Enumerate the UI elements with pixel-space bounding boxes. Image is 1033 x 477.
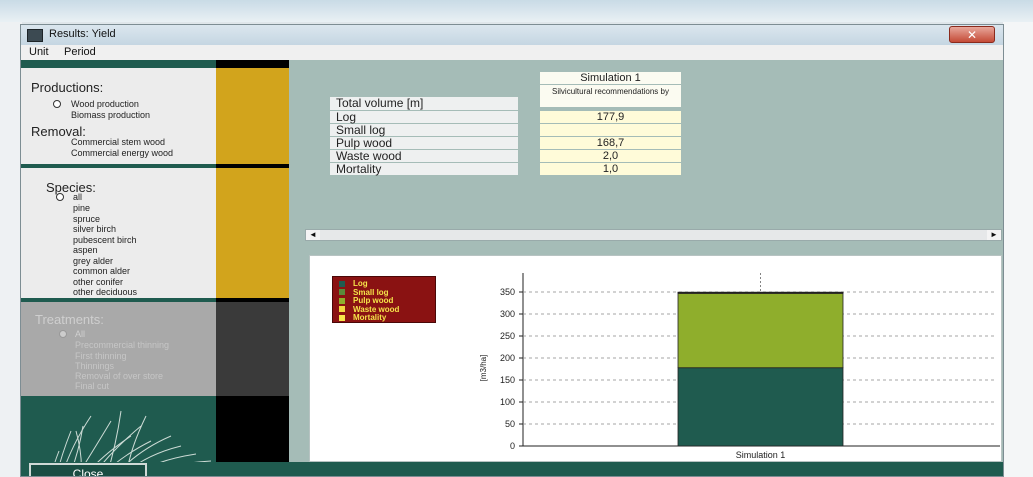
treatments-title: Treatments: (35, 312, 104, 327)
desktop-background-strip (0, 0, 1033, 22)
desktop-left-edge (0, 22, 22, 477)
species-title: Species: (46, 180, 96, 195)
menu-bar: Unit Period (21, 45, 1003, 60)
removal-stem-option[interactable]: Commercial stem wood (71, 137, 165, 147)
species-common-alder[interactable]: common alder (73, 266, 130, 276)
window-title: Results: Yield (49, 28, 116, 40)
species-sidebar (216, 168, 289, 298)
row-small-log-label: Small log (330, 124, 518, 136)
removal-energy-option[interactable]: Commercial energy wood (71, 148, 173, 158)
horizontal-scrollbar[interactable]: ◄ ► (305, 229, 1002, 241)
row-log-value: 177,9 (540, 111, 681, 123)
menu-unit[interactable]: Unit (29, 46, 49, 58)
bar-segment (677, 293, 844, 369)
total-volume-header: Total volume [m] (330, 97, 518, 110)
treatment-final-cut: Final cut (75, 381, 110, 391)
treatments-sidebar (216, 302, 289, 396)
row-mortality-value: 1,0 (540, 163, 681, 175)
y-tick-label: 200 (500, 353, 515, 363)
species-spruce[interactable]: spruce (73, 214, 100, 224)
x-category-label: Simulation 1 (736, 450, 786, 460)
chart-plot: 0 50 100 150 200 250 300 350 [m3/ha] Simulation 1 (479, 273, 1000, 460)
bar-segment (677, 291, 844, 294)
y-axis-label: [m3/ha] (479, 355, 488, 382)
results-window: Results: Yield ✕ Unit Period Productions… (20, 24, 1004, 477)
bottom-bar (21, 462, 1003, 476)
filter-panel: Productions: Wood production Biomass pro… (21, 60, 289, 476)
wood-production-option[interactable]: Wood production (71, 99, 139, 109)
treatment-first-thinning: First thinning (75, 351, 127, 361)
y-tick-label: 350 (500, 287, 515, 297)
title-bar: Results: Yield ✕ (21, 25, 1003, 45)
species-silver-birch[interactable]: silver birch (73, 224, 116, 234)
species-grey-alder[interactable]: grey alder (73, 256, 113, 266)
species-pine[interactable]: pine (73, 203, 90, 213)
species-radio[interactable] (56, 193, 64, 201)
treatment-all: All (75, 329, 86, 339)
treatment-removal-over-store: Removal of over store (75, 371, 164, 381)
species-pubescent-birch[interactable]: pubescent birch (73, 235, 137, 245)
yield-chart: Log Small log Pulp wood Waste wood Mortality… (309, 255, 1002, 462)
biomass-production-option[interactable]: Biomass production (71, 110, 150, 120)
y-tick-label: 150 (500, 375, 515, 385)
y-tick-label: 300 (500, 309, 515, 319)
panel-top-sidebar (216, 60, 289, 68)
treatment-precommercial: Precommercial thinning (75, 340, 170, 350)
bar-segment (677, 367, 844, 447)
species-other-conifer[interactable]: other conifer (73, 277, 123, 287)
y-tick-label: 250 (500, 331, 515, 341)
row-small-log-value (540, 124, 681, 136)
y-tick-label: 0 (510, 441, 515, 451)
production-radio[interactable] (53, 100, 61, 108)
panel-top-band (21, 60, 216, 68)
simulation-column-subheader: Silvicultural recommendations by (540, 85, 681, 107)
y-tick-label: 50 (505, 419, 515, 429)
row-pulp-wood-label: Pulp wood (330, 137, 518, 149)
scroll-right-icon[interactable]: ► (987, 230, 1001, 240)
productions-title: Productions: (31, 80, 104, 95)
row-mortality-label: Mortality (330, 163, 518, 175)
close-button[interactable]: Close (29, 463, 147, 476)
window-close-button[interactable]: ✕ (949, 26, 995, 43)
productions-section: Productions: Wood production Biomass pro… (21, 68, 216, 164)
app-icon (27, 29, 43, 42)
species-all[interactable]: all (73, 192, 82, 202)
y-tick-label: 100 (500, 397, 515, 407)
species-other-deciduous[interactable]: other deciduous (73, 287, 137, 297)
menu-period[interactable]: Period (64, 46, 96, 58)
treatments-section: Treatments: All Precommercial thinning F… (21, 302, 216, 396)
row-log-label: Log (330, 111, 518, 123)
row-pulp-wood-value: 168,7 (540, 137, 681, 149)
scroll-left-icon[interactable]: ◄ (306, 230, 320, 240)
row-waste-wood-value: 2,0 (540, 150, 681, 162)
productions-sidebar (216, 68, 289, 164)
desktop-right-edge (1003, 22, 1033, 477)
simulation-column-header: Simulation 1 (540, 72, 681, 84)
species-section: Species: all pine spruce silver birch pu… (21, 168, 216, 298)
row-waste-wood-label: Waste wood (330, 150, 518, 162)
species-aspen[interactable]: aspen (73, 245, 98, 255)
treatment-thinnings: Thinnings (75, 361, 115, 371)
treatments-radio (59, 330, 67, 338)
